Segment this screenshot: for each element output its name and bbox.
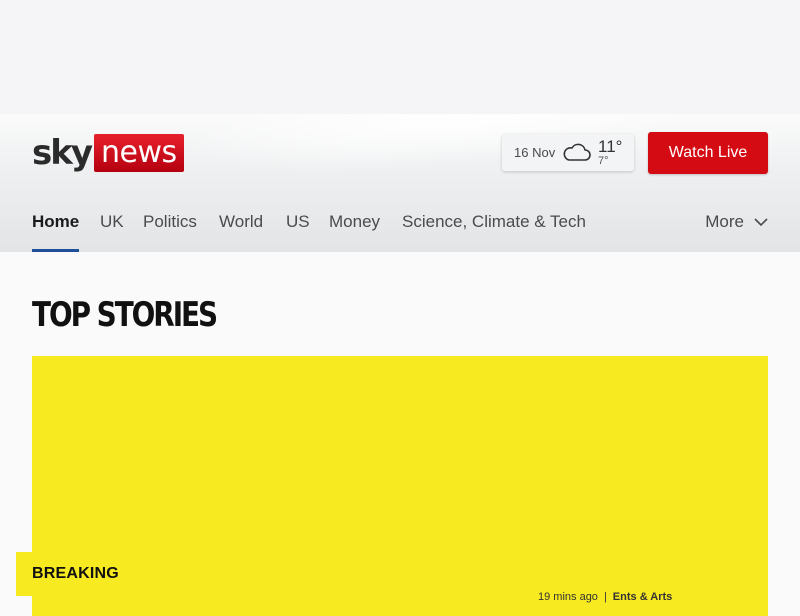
sky-news-logo[interactable]: sky news [32, 134, 184, 172]
cloud-icon [563, 143, 591, 161]
main-nav: Home UK Politics World US Money Science,… [32, 210, 768, 252]
watch-live-button[interactable]: Watch Live [648, 132, 768, 174]
hero-story-card[interactable] [32, 356, 768, 616]
nav-more-label: More [705, 212, 744, 231]
weather-low-temp: 7° [598, 155, 609, 167]
weather-high-temp: 11° [598, 137, 623, 156]
story-meta: 19 mins ago | Ents & Arts [538, 591, 672, 603]
advert-space [0, 0, 800, 114]
logo-news-text: news [94, 134, 184, 172]
nav-more-button[interactable]: More [705, 210, 768, 234]
meta-separator: | [603, 591, 607, 603]
nav-item-home[interactable]: Home [32, 210, 80, 252]
section-title-top-stories: TOP STORIES [32, 295, 218, 335]
weather-widget[interactable]: 16 Nov 11° 7° [502, 134, 634, 171]
nav-active-indicator [32, 249, 80, 252]
nav-item-money[interactable]: Money [329, 210, 380, 252]
story-timestamp: 19 mins ago [538, 591, 598, 603]
nav-item-label: Home [32, 212, 80, 231]
logo-sky-text: sky [32, 133, 93, 173]
nav-item-science-climate-tech[interactable]: Science, Climate & Tech [402, 210, 586, 252]
chevron-down-icon [754, 218, 768, 227]
nav-item-world[interactable]: World [219, 210, 263, 252]
masthead: sky news 16 Nov 11° 7° Watch Live Home U… [0, 114, 800, 252]
story-category[interactable]: Ents & Arts [613, 591, 673, 603]
weather-date: 16 Nov [514, 145, 556, 160]
nav-item-politics[interactable]: Politics [143, 210, 197, 252]
nav-item-us[interactable]: US [286, 210, 310, 252]
breaking-badge: BREAKING [16, 552, 119, 596]
nav-item-uk[interactable]: UK [100, 210, 124, 252]
